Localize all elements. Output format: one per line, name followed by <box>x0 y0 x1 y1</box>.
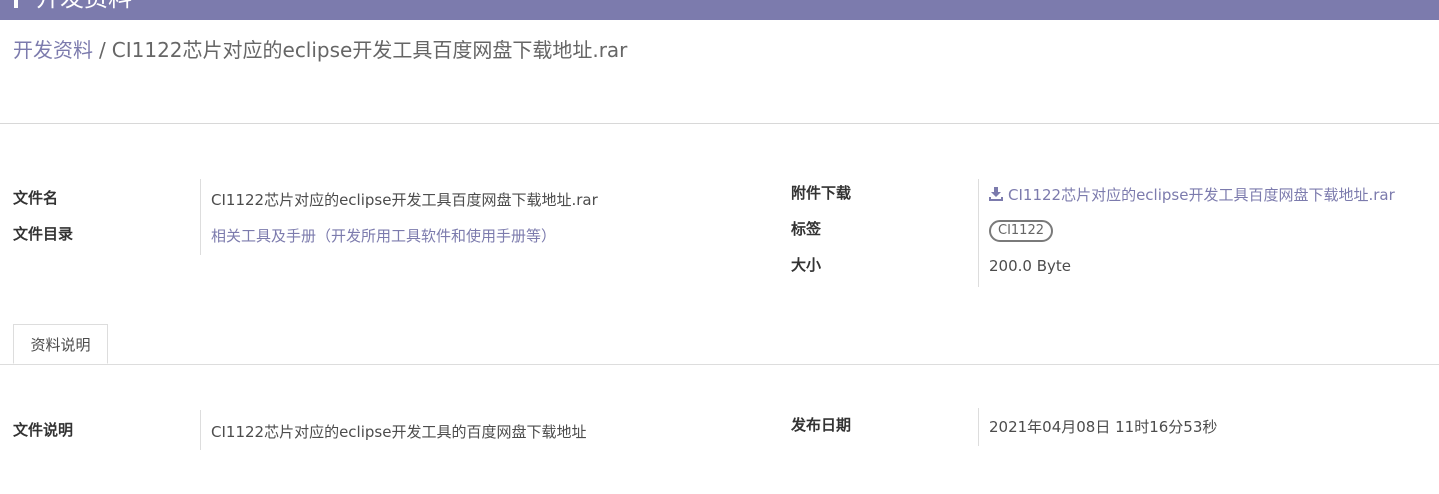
file-dir-label: 文件目录 <box>13 225 74 243</box>
left-field-divider <box>200 179 201 255</box>
tab-bar-line <box>0 364 1439 365</box>
header-accent-mark <box>14 0 18 8</box>
desc-left-divider <box>200 410 201 450</box>
header-title: 开发资料 <box>36 0 132 12</box>
desc-right-divider <box>978 408 979 446</box>
size-value: 200.0 Byte <box>989 257 1071 275</box>
file-desc-value: CI1122芯片对应的eclipse开发工具的百度网盘下载地址 <box>211 423 587 441</box>
publish-date-label: 发布日期 <box>791 416 852 434</box>
breadcrumb-parent-link[interactable]: 开发资料 <box>13 38 93 62</box>
file-desc-label: 文件说明 <box>13 421 74 439</box>
breadcrumb-current: CI1122芯片对应的eclipse开发工具百度网盘下载地址.rar <box>111 38 628 62</box>
right-field-divider <box>978 179 979 287</box>
publish-date-value: 2021年04月08日 11时16分53秒 <box>989 418 1218 436</box>
download-icon <box>989 187 1003 205</box>
file-name-label: 文件名 <box>13 189 59 207</box>
tab-description[interactable]: 资料说明 <box>13 324 108 364</box>
file-dir-link[interactable]: 相关工具及手册（开发所用工具软件和使用手册等） <box>211 225 556 246</box>
attachment-label: 附件下载 <box>791 184 852 202</box>
attachment-download-link[interactable]: CI1122芯片对应的eclipse开发工具百度网盘下载地址.rar <box>989 184 1395 205</box>
size-label: 大小 <box>791 256 822 274</box>
tags-label: 标签 <box>791 220 822 238</box>
file-name-value: CI1122芯片对应的eclipse开发工具百度网盘下载地址.rar <box>211 191 598 209</box>
breadcrumb-separator: / <box>99 38 106 62</box>
breadcrumb: 开发资料 / CI1122芯片对应的eclipse开发工具百度网盘下载地址.rar <box>13 36 627 64</box>
top-header-bar: 开发资料 <box>0 0 1439 20</box>
header-divider <box>0 123 1439 124</box>
tag-badge[interactable]: CI1122 <box>989 220 1053 242</box>
attachment-filename: CI1122芯片对应的eclipse开发工具百度网盘下载地址.rar <box>1008 186 1395 204</box>
